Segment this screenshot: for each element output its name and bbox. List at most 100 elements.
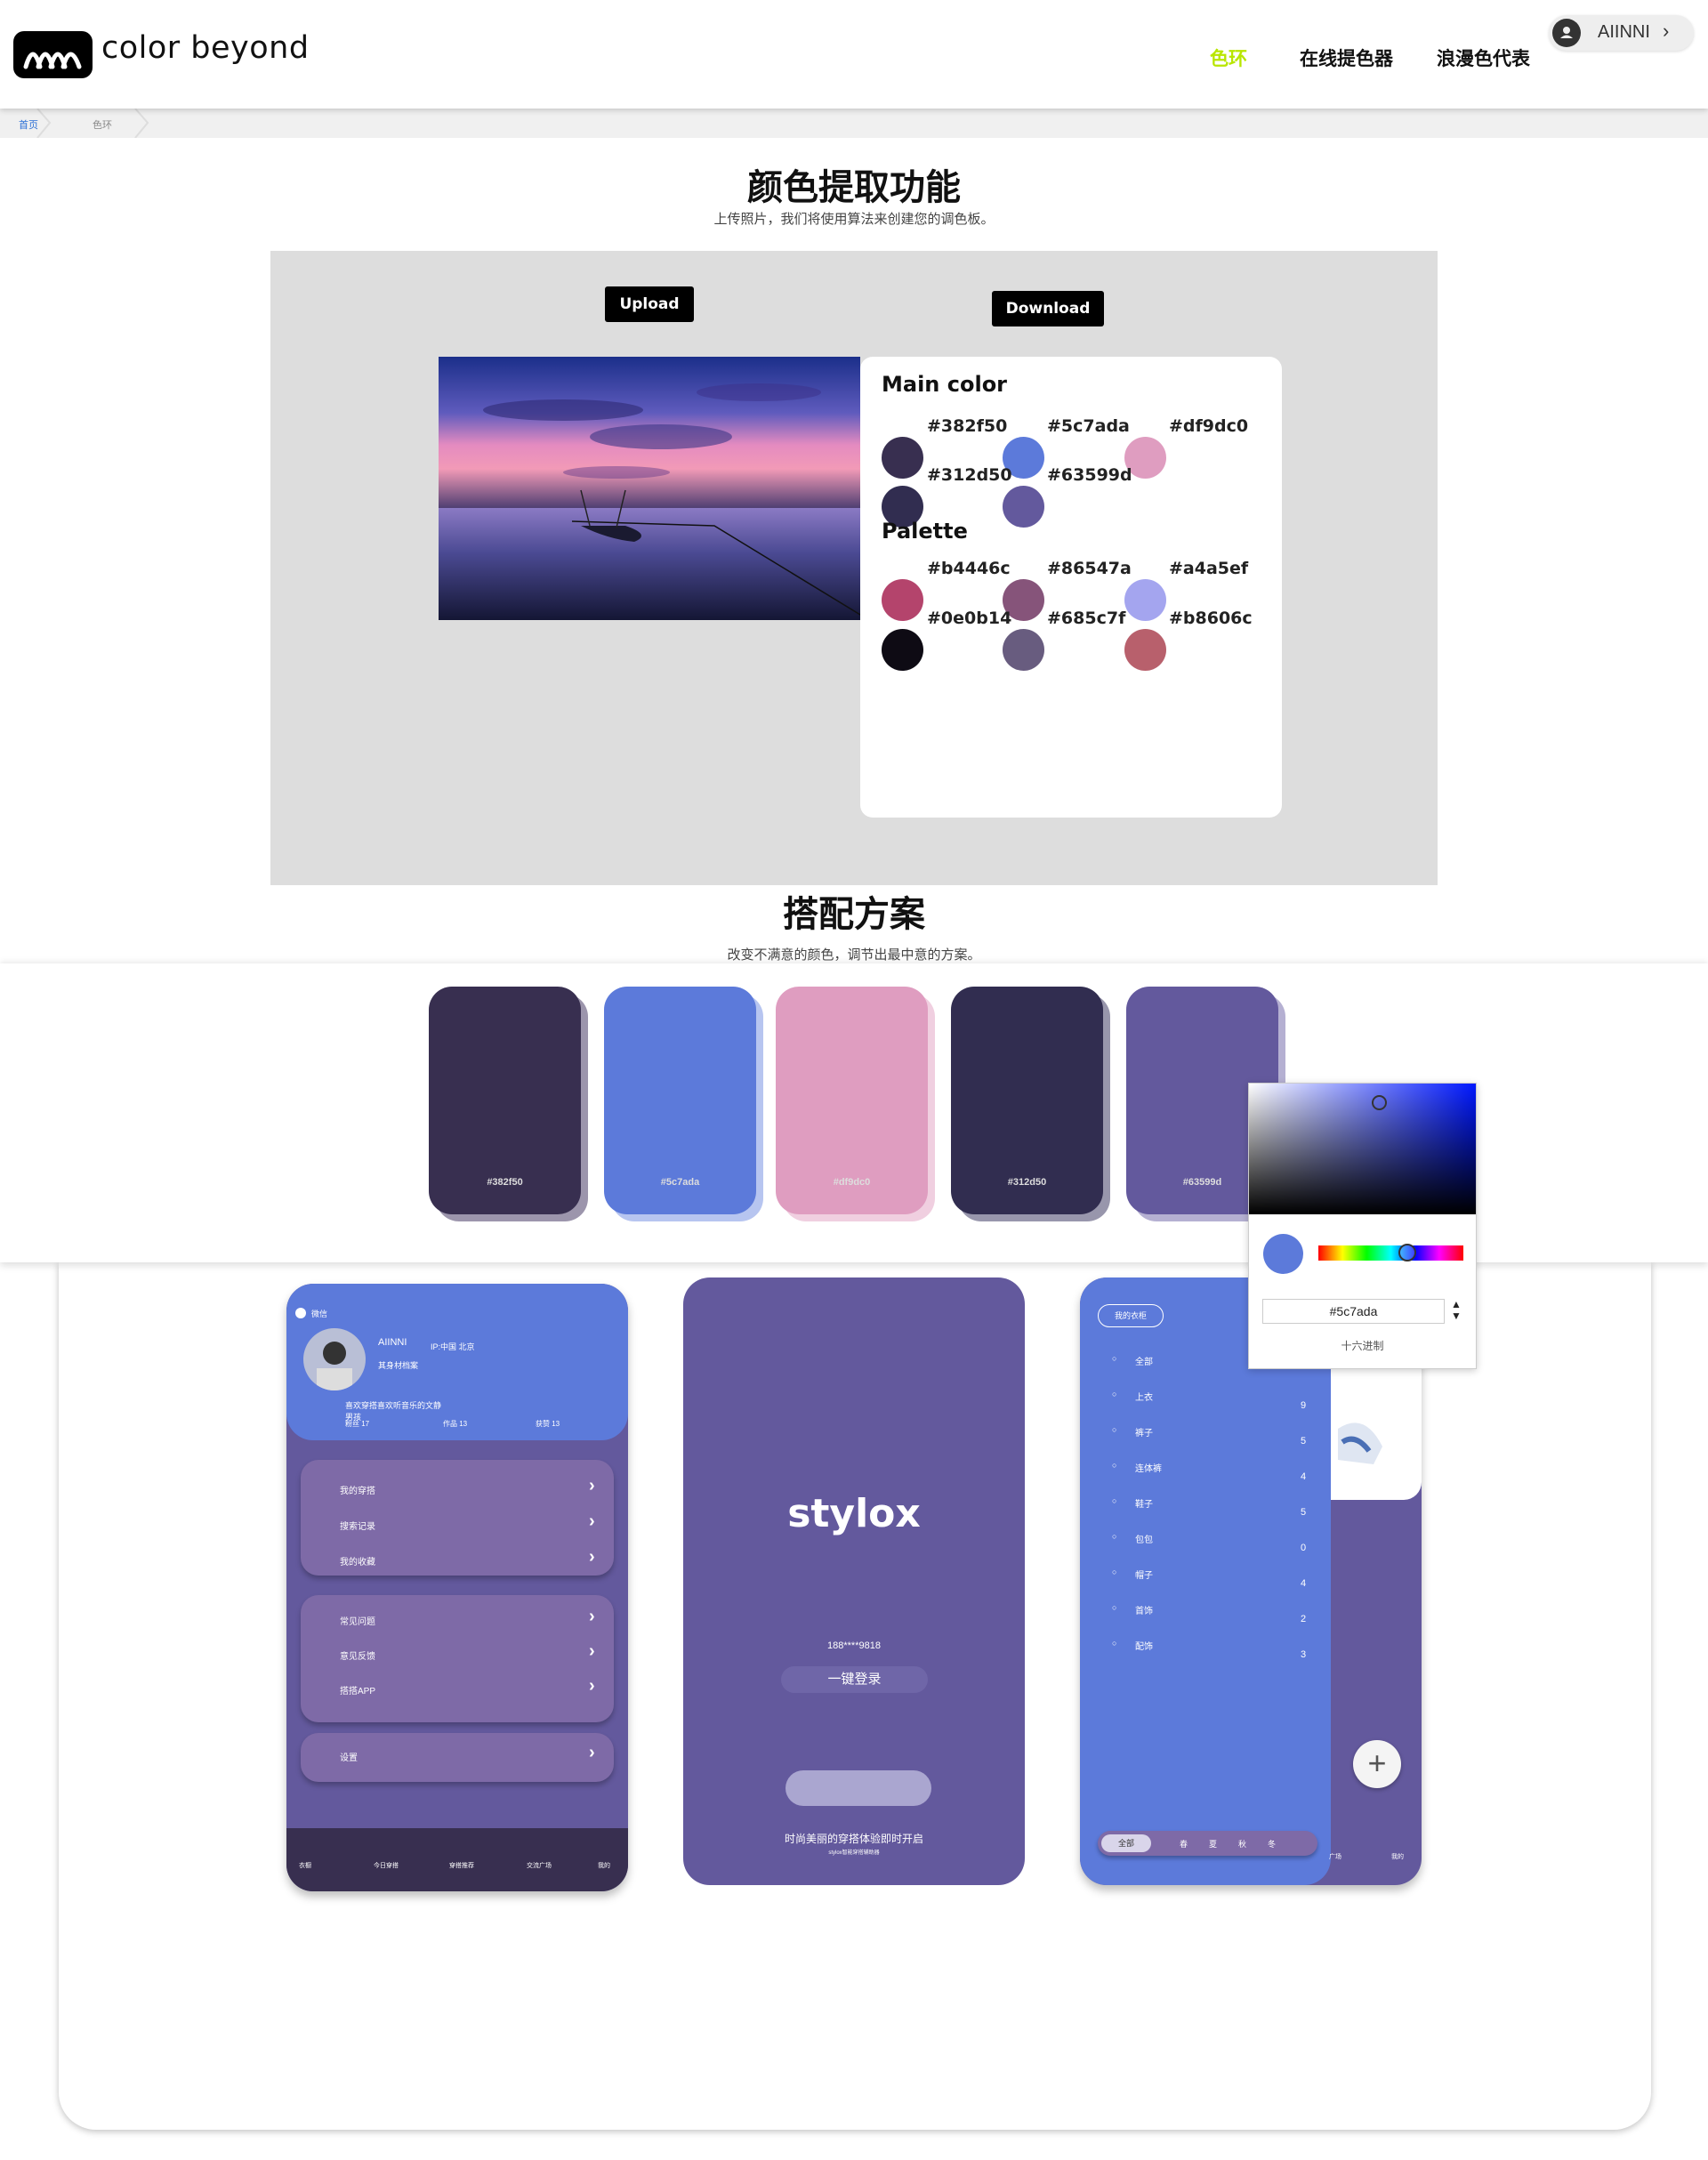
- profile-header-label: 微信: [311, 1310, 328, 1318]
- palette-swatch-1[interactable]: [882, 579, 923, 621]
- profile-likes: 获赞 13: [536, 1420, 560, 1428]
- category-count: 3: [1301, 1649, 1307, 1660]
- nav-color-wheel[interactable]: 色环: [1210, 44, 1247, 71]
- scheme-swatch-2[interactable]: #5c7ada: [604, 987, 756, 1214]
- hex-input[interactable]: #5c7ada: [1262, 1299, 1445, 1324]
- other-login-button[interactable]: [786, 1770, 931, 1806]
- profile-fans: 粉丝 17: [345, 1420, 370, 1428]
- category-item[interactable]: 连体裤: [1135, 1461, 1162, 1474]
- scheme-swatch-4[interactable]: #312d50: [951, 987, 1103, 1214]
- hex-caption: 十六进制: [1341, 1340, 1384, 1352]
- chevron-right-icon: ›: [589, 1676, 595, 1696]
- tab-me[interactable]: 我的: [598, 1861, 610, 1870]
- palette-heading: Palette: [882, 519, 968, 544]
- hue-slider[interactable]: [1318, 1245, 1463, 1261]
- main-color-hex-1: #382f50: [927, 416, 1008, 436]
- scheme-swatch-label-4: #312d50: [1007, 1177, 1047, 1188]
- hue-handle[interactable]: [1398, 1244, 1416, 1261]
- add-item-icon[interactable]: +: [1353, 1740, 1401, 1788]
- uploaded-photo: [439, 357, 860, 620]
- phone-profile-mockup: 微信 AIINNI IP:中国 北京 其身材档案 喜欢穿搭喜欢听音乐的文静男孩 …: [286, 1284, 628, 1891]
- chevron-right-icon: ›: [589, 1511, 595, 1531]
- tab-today[interactable]: 今日穿搭: [374, 1861, 399, 1870]
- breadcrumb-current: 色环: [93, 120, 112, 131]
- main-color-swatch-1[interactable]: [882, 437, 923, 479]
- menu-item-faq[interactable]: 常见问题: [340, 1614, 375, 1627]
- menu-item-app[interactable]: 搭搭APP: [340, 1683, 375, 1697]
- chevron-right-icon: ›: [1663, 20, 1670, 42]
- category-item[interactable]: 全部: [1135, 1354, 1153, 1367]
- logo-icon[interactable]: [13, 31, 93, 78]
- category-icon: ○: [1112, 1603, 1117, 1612]
- tab-recommend[interactable]: 穿搭推荐: [449, 1861, 474, 1870]
- category-item[interactable]: 首饰: [1135, 1603, 1153, 1616]
- season-autumn[interactable]: 秋: [1238, 1838, 1246, 1850]
- category-count: 4: [1301, 1578, 1307, 1589]
- profile-name: AIINNI: [378, 1337, 407, 1348]
- season-winter[interactable]: 冬: [1268, 1838, 1276, 1850]
- palette-hex-1: #b4446c: [927, 559, 1011, 578]
- user-menu-button[interactable]: AIINNI ›: [1549, 15, 1694, 51]
- season-all[interactable]: 全部: [1101, 1834, 1151, 1852]
- chevron-right-icon: ›: [589, 1641, 595, 1661]
- user-avatar-icon: [1552, 19, 1581, 47]
- chevron-right-icon: ›: [589, 1743, 595, 1762]
- season-summer[interactable]: 夏: [1209, 1838, 1217, 1850]
- palette-swatch-4[interactable]: [882, 629, 923, 671]
- palette-hex-3: #a4a5ef: [1169, 559, 1249, 578]
- category-item[interactable]: 包包: [1135, 1532, 1153, 1545]
- color-result-card: Main color #382f50 #5c7ada #df9dc0 #312d…: [860, 357, 1282, 818]
- scheme-subtitle: 改变不满意的颜色，调节出最中意的方案。: [727, 947, 981, 963]
- profile-archive[interactable]: 其身材档案: [378, 1359, 418, 1371]
- chevron-right-icon: ›: [589, 1476, 595, 1495]
- menu-item-favorites[interactable]: 我的收藏: [340, 1554, 375, 1568]
- chevron-right-icon: ›: [589, 1547, 595, 1567]
- extract-title: 颜色提取功能: [747, 167, 961, 208]
- scheme-swatch-label-3: #df9dc0: [833, 1177, 871, 1188]
- nav-romantic-colors[interactable]: 浪漫色代表: [1437, 44, 1530, 71]
- category-item[interactable]: 帽子: [1135, 1568, 1153, 1581]
- tab-square[interactable]: 交流广场: [527, 1861, 552, 1870]
- menu-item-feedback[interactable]: 意见反馈: [340, 1648, 375, 1662]
- menu-item-outfits[interactable]: 我的穿搭: [340, 1483, 375, 1496]
- category-item[interactable]: 鞋子: [1135, 1496, 1153, 1510]
- format-toggle-icon[interactable]: ▲ ▼: [1451, 1299, 1462, 1322]
- category-item[interactable]: 裤子: [1135, 1425, 1153, 1439]
- menu-item-settings[interactable]: 设置: [340, 1750, 358, 1763]
- season-spring[interactable]: 春: [1180, 1838, 1188, 1850]
- color-picker-popup: #5c7ada ▲ ▼ 十六进制: [1248, 1083, 1477, 1369]
- brand-logo: stylox: [787, 1491, 921, 1536]
- category-item[interactable]: 配饰: [1135, 1639, 1153, 1652]
- menu-item-search-history[interactable]: 搜索记录: [340, 1519, 375, 1532]
- upload-button[interactable]: Upload: [605, 286, 694, 322]
- category-icon: ○: [1112, 1354, 1117, 1363]
- scheme-swatch-1[interactable]: #382f50: [429, 987, 581, 1214]
- tab-me[interactable]: 我的: [1391, 1852, 1404, 1861]
- breadcrumb: 首页 色环: [0, 109, 1708, 138]
- one-click-login-button[interactable]: 一键登录: [781, 1666, 928, 1693]
- wechat-icon: [295, 1308, 306, 1318]
- main-color-hex-5: #63599d: [1047, 465, 1132, 485]
- scheme-swatch-3[interactable]: #df9dc0: [776, 987, 928, 1214]
- main-color-hex-3: #df9dc0: [1169, 416, 1249, 436]
- nav-online-picker[interactable]: 在线提色器: [1300, 44, 1393, 71]
- palette-swatch-5[interactable]: [1003, 629, 1044, 671]
- avatar[interactable]: [303, 1328, 366, 1390]
- category-icon: ○: [1112, 1639, 1117, 1648]
- tab-square[interactable]: 广场: [1329, 1852, 1341, 1861]
- category-icon: ○: [1112, 1496, 1117, 1505]
- palette-hex-2: #86547a: [1047, 559, 1132, 578]
- main-color-hex-4: #312d50: [927, 465, 1012, 485]
- sv-handle[interactable]: [1372, 1095, 1387, 1110]
- category-item[interactable]: 上衣: [1135, 1390, 1153, 1403]
- palette-swatch-3[interactable]: [1124, 579, 1166, 621]
- saturation-value-area[interactable]: [1249, 1084, 1476, 1214]
- scheme-title: 搭配方案: [783, 894, 925, 935]
- download-button[interactable]: Download: [992, 291, 1104, 326]
- tab-wardrobe[interactable]: 衣橱: [299, 1861, 311, 1870]
- logo-text[interactable]: color beyond: [101, 30, 310, 66]
- my-wardrobe-tag[interactable]: 我的衣柜: [1098, 1304, 1164, 1327]
- palette-swatch-6[interactable]: [1124, 629, 1166, 671]
- category-icon: ○: [1112, 1461, 1117, 1470]
- main-color-swatch-5[interactable]: [1003, 486, 1044, 528]
